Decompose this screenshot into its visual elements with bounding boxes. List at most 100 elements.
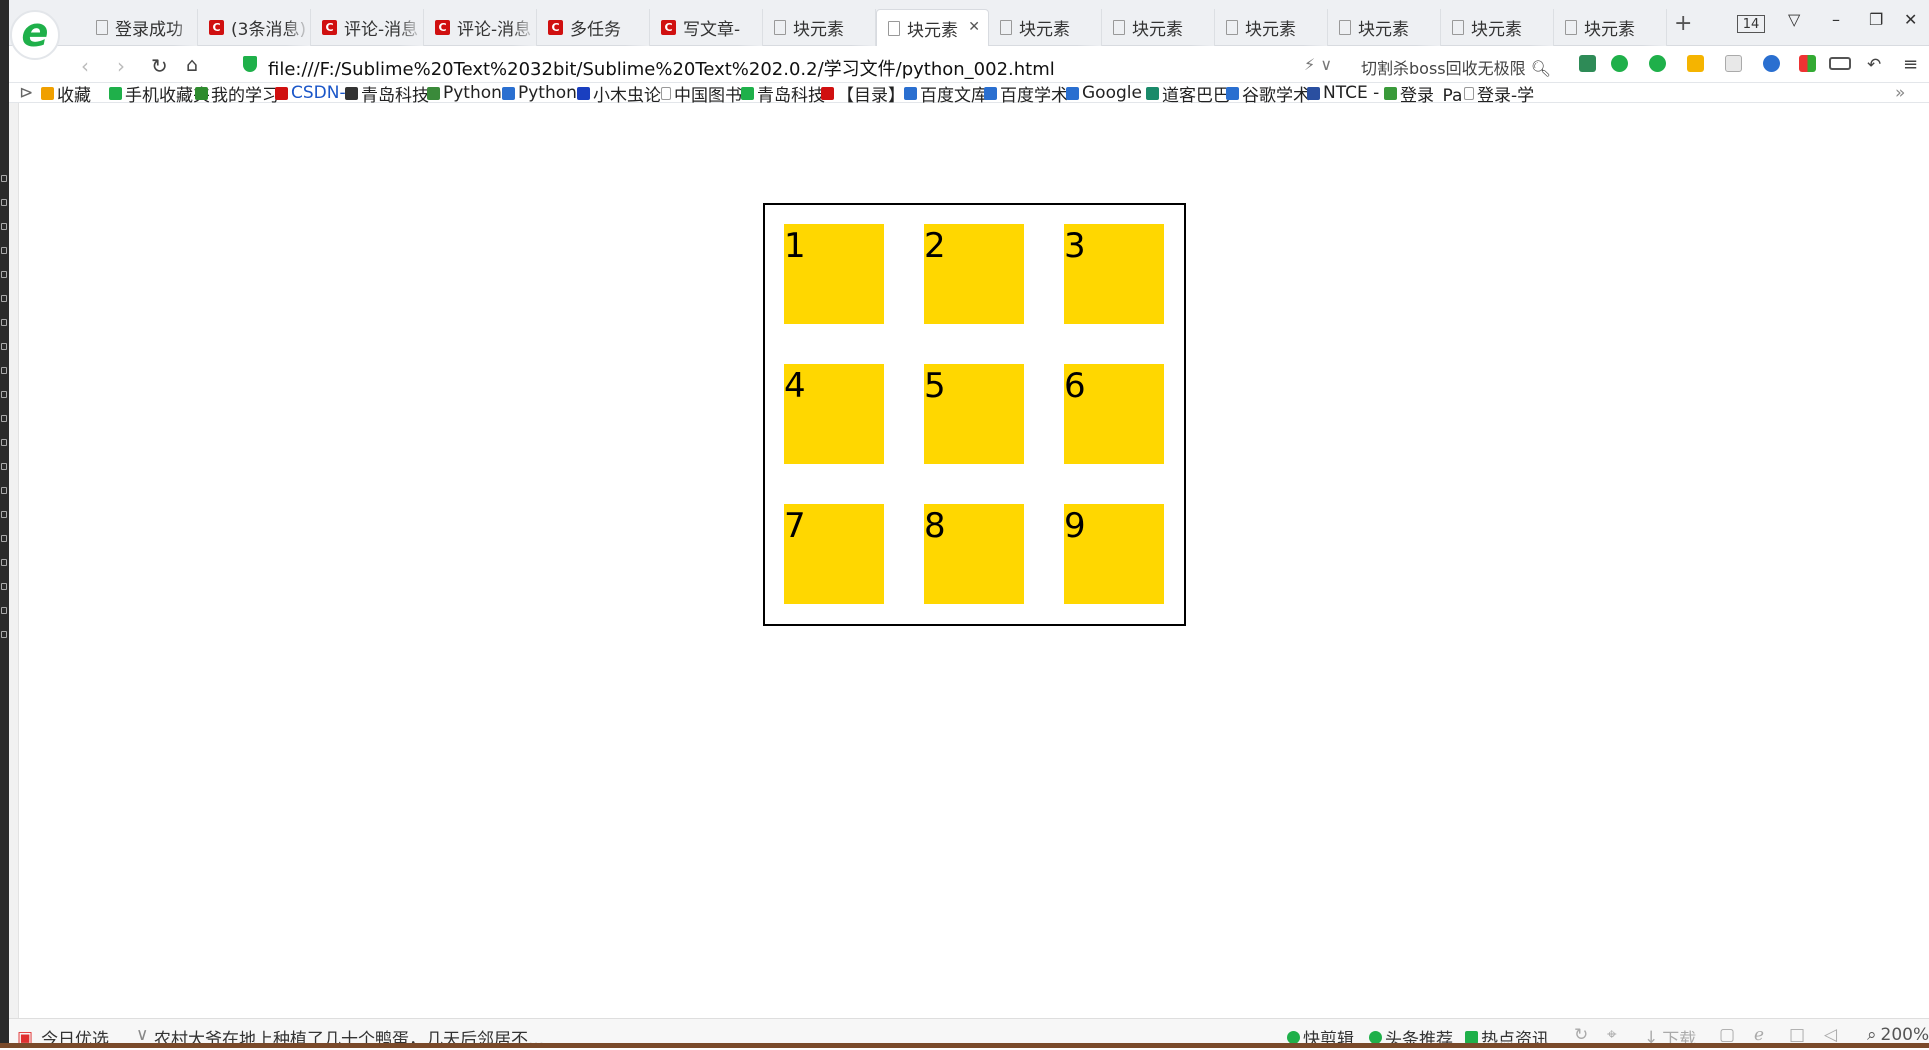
tab-list: 登录成功 C (3条消息) C 评论-消息 C 评论-消息 C 多任务 C 写文章- 块元素 块元素 ✕ 块… (85, 9, 1667, 46)
pin-icon[interactable]: ⌖ (1607, 1025, 1617, 1045)
scholar-icon (1226, 86, 1239, 100)
edge-marker (1, 583, 7, 590)
reload-button[interactable]: ↻ (151, 54, 168, 78)
grid-box: 3 (1064, 224, 1164, 324)
tab[interactable]: C 评论-消息 (424, 9, 537, 46)
tab[interactable]: C 评论-消息 (311, 9, 424, 46)
bookmark-item[interactable]: 收藏 (41, 83, 91, 106)
bookmark-item[interactable]: 谷歌学术 (1226, 83, 1310, 106)
tab[interactable]: 块元素 (1441, 9, 1554, 46)
page-content: 123 456 789 (19, 103, 1929, 1018)
csdn-icon: C (322, 20, 337, 35)
tab[interactable]: C 写文章- (650, 9, 763, 46)
tab-fade (738, 9, 762, 46)
more-bookmarks-icon[interactable]: » (1895, 83, 1905, 103)
scissors-icon[interactable] (1611, 55, 1628, 72)
tab-count-badge[interactable]: 14 (1737, 15, 1765, 33)
paw-icon (984, 86, 997, 100)
tab-label: 块元素 (1245, 20, 1296, 40)
bookmark-item[interactable]: Python (502, 83, 577, 103)
layout-icon[interactable]: □ (1789, 1025, 1805, 1045)
bookmarks-toggle-icon[interactable]: ⊳ (19, 83, 33, 103)
tab[interactable]: 登录成功 (85, 9, 198, 46)
edge-marker (1, 391, 7, 398)
bookmark-item[interactable]: 【目录】 (821, 83, 905, 106)
bookmark-item[interactable]: 登录-学 (1464, 83, 1534, 106)
page-icon (774, 20, 786, 35)
battery-icon[interactable] (1829, 57, 1851, 70)
leaf-icon (741, 86, 754, 100)
tab-label: 块元素 (793, 20, 844, 40)
tab-fade (399, 9, 423, 46)
bookmark-item[interactable]: 小木虫论 (577, 83, 661, 106)
browser-logo[interactable]: e (10, 10, 60, 60)
doc-icon (1146, 86, 1159, 100)
refresh-small-icon[interactable]: ↻ (1574, 1025, 1588, 1045)
ie-icon[interactable]: ℯ (1754, 1025, 1764, 1045)
shield-orange-icon[interactable] (1687, 55, 1704, 72)
zoom-level[interactable]: ⌕ 200% (1867, 1025, 1929, 1045)
undo-icon[interactable]: ↶ (1867, 55, 1881, 75)
extension-icon[interactable] (1579, 55, 1596, 72)
forward-button[interactable]: › (117, 54, 125, 78)
menu-icon[interactable]: ≡ (1903, 54, 1918, 75)
tab[interactable]: C (3条消息) (198, 9, 311, 46)
green-circle-icon[interactable] (1649, 55, 1666, 72)
skin-icon[interactable]: ▽ (1788, 10, 1800, 29)
tab-fade (512, 9, 536, 46)
bookmark-item[interactable]: Google (1066, 83, 1142, 103)
page-icon (96, 20, 108, 35)
bookmark-item[interactable]: 道客巴巴 (1146, 83, 1230, 106)
tab[interactable]: 块元素 (1554, 9, 1667, 46)
tab[interactable]: 块元素 (989, 9, 1102, 46)
bookmark-item[interactable]: 我的学习 (195, 83, 279, 106)
minimize-button[interactable]: – (1832, 10, 1840, 29)
edge-marker (1, 199, 7, 206)
bookmark-item[interactable]: Python (427, 83, 502, 103)
bookmark-item[interactable]: 青岛科技 (741, 83, 825, 106)
image-icon[interactable] (1725, 55, 1742, 72)
bookmark-item[interactable]: NTCE - (1307, 83, 1379, 103)
tab[interactable]: 块元素 (1102, 9, 1215, 46)
magnifier-icon[interactable] (1763, 55, 1780, 72)
bookmark-item[interactable]: 百度文库 (904, 83, 988, 106)
bookmark-item[interactable]: CSDN- (275, 83, 346, 103)
tab[interactable]: 块元素 (763, 9, 876, 46)
edge-marker (1, 487, 7, 494)
address-bar: ‹ › ↻ ⌂ file:///F:/Sublime%20Text%2032bi… (9, 46, 1929, 83)
bookmark-item[interactable]: 百度学术 (984, 83, 1068, 106)
page-icon (1226, 20, 1238, 35)
search-box[interactable]: 切割杀boss回收无极限 🔍︎ (1361, 55, 1551, 79)
apps-grid-icon[interactable] (1799, 55, 1816, 72)
tab-label: 块元素 (1132, 20, 1183, 40)
bookmark-item[interactable]: 中国图书 (661, 83, 742, 106)
tab[interactable]: 块元素 (1328, 9, 1441, 46)
tab[interactable]: 块元素 ✕ (876, 9, 989, 46)
book-icon (195, 86, 208, 100)
bookmark-label: 登录_Pa (1400, 85, 1463, 106)
close-tab-icon[interactable]: ✕ (968, 19, 980, 35)
bookmark-label: 我的学习 (211, 85, 279, 106)
bookmark-item[interactable]: 登录_Pa (1384, 83, 1463, 106)
bookmark-label: 青岛科技 (757, 85, 825, 106)
tab[interactable]: 块元素 (1215, 9, 1328, 46)
back-button[interactable]: ‹ (81, 54, 89, 78)
url-field[interactable]: file:///F:/Sublime%20Text%2032bit/Sublim… (268, 55, 1055, 81)
tab-label: 块元素 (1471, 20, 1522, 40)
home-button[interactable]: ⌂ (186, 54, 198, 76)
star-icon (41, 86, 54, 100)
new-tab-button[interactable]: + (1674, 13, 1692, 35)
tab-fade (625, 9, 649, 46)
grid-box: 6 (1064, 364, 1164, 464)
page-icon (1113, 20, 1125, 35)
speed-mode-icon[interactable]: ⚡ ∨ (1304, 55, 1332, 74)
edge-marker (1, 415, 7, 422)
close-window-button[interactable]: ✕ (1904, 10, 1917, 29)
speaker-icon[interactable]: ◁ (1824, 1025, 1837, 1045)
restore-button[interactable]: ❐ (1869, 10, 1883, 29)
window-icon[interactable]: ▢ (1719, 1025, 1735, 1045)
edge-marker (1, 463, 7, 470)
tab[interactable]: C 多任务 (537, 9, 650, 46)
bookmark-item[interactable]: 青岛科技 (345, 83, 429, 106)
page-icon (1464, 86, 1474, 100)
